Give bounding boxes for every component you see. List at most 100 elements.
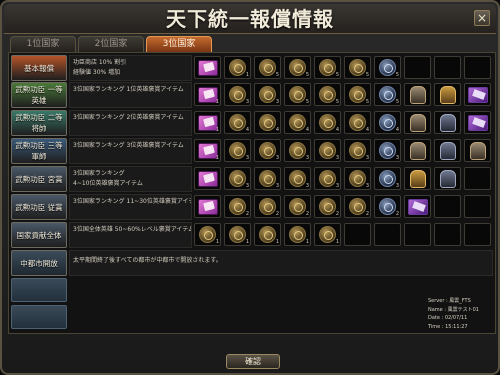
reward-slot[interactable]: 2 bbox=[254, 195, 281, 218]
reward-slot[interactable]: 1 bbox=[224, 223, 251, 246]
reward-slot[interactable]: 5 bbox=[374, 56, 401, 79]
reward-slot[interactable] bbox=[464, 111, 491, 134]
reward-slot[interactable]: 5 bbox=[284, 56, 311, 79]
reward-slot[interactable]: 4 bbox=[254, 111, 281, 134]
reward-slot[interactable] bbox=[404, 83, 431, 106]
reward-slot[interactable]: 3 bbox=[284, 139, 311, 162]
row-description-line: 3位国全体英雄 50~60%レベル褒賞アイテム bbox=[73, 226, 192, 233]
coin-icon bbox=[259, 86, 276, 103]
tab-rank-2[interactable]: 2位国家 bbox=[78, 36, 144, 52]
blue-coin-icon bbox=[379, 114, 396, 131]
coin-icon bbox=[229, 226, 246, 243]
reward-slot[interactable]: 5 bbox=[254, 56, 281, 79]
reward-slot[interactable]: 3 bbox=[254, 167, 281, 190]
row-button-0[interactable]: 基本報償 bbox=[11, 55, 67, 81]
reward-slot[interactable]: 5 bbox=[314, 56, 341, 79]
row-description-line: 4~10位英雄褒賞アイテム bbox=[73, 180, 143, 187]
reward-slot[interactable]: 5 bbox=[284, 83, 311, 106]
window-title: 天下統一報償情報 bbox=[166, 7, 334, 31]
row-button-5[interactable]: 武勲功臣 従賞 bbox=[11, 194, 67, 220]
reward-slot[interactable] bbox=[404, 195, 431, 218]
item-count: 3 bbox=[395, 183, 399, 189]
item-count: 1 bbox=[245, 72, 249, 78]
row-description-line: 経験値 30% 増加 bbox=[73, 69, 121, 76]
reward-slot[interactable]: 1 bbox=[194, 223, 221, 246]
book-icon bbox=[198, 60, 218, 76]
row-button-2[interactable]: 武勲功臣 二等将帥 bbox=[11, 110, 67, 136]
row-description-6: 3位国全体英雄 50~60%レベル褒賞アイテム bbox=[69, 222, 192, 248]
reward-slot[interactable] bbox=[464, 83, 491, 106]
row-description-3: 3位国家ランキング 3位英雄褒賞アイテム bbox=[69, 138, 192, 164]
item-count: 5 bbox=[305, 72, 309, 78]
reward-slot[interactable]: 1 bbox=[224, 56, 251, 79]
reward-slot[interactable]: 4 bbox=[374, 111, 401, 134]
reward-slot[interactable] bbox=[434, 167, 461, 190]
reward-slot[interactable] bbox=[434, 111, 461, 134]
confirm-button[interactable]: 確認 bbox=[226, 354, 280, 369]
reward-slot[interactable]: 2 bbox=[284, 195, 311, 218]
item-count: 1 bbox=[245, 239, 249, 245]
reward-slot[interactable]: 3 bbox=[224, 139, 251, 162]
book-icon bbox=[198, 199, 218, 215]
reward-slot[interactable] bbox=[194, 167, 221, 190]
title-bar: 天下統一報償情報 × bbox=[4, 4, 496, 34]
reward-slot[interactable]: 1 bbox=[314, 223, 341, 246]
row-button-6[interactable]: 国家貢献全体 bbox=[11, 222, 67, 248]
city-open-button[interactable]: 中都市開放 bbox=[11, 250, 67, 276]
reward-slot[interactable]: 5 bbox=[374, 83, 401, 106]
reward-slot[interactable]: 1 bbox=[194, 139, 221, 162]
reward-slot[interactable]: 3 bbox=[224, 83, 251, 106]
reward-slot[interactable] bbox=[194, 195, 221, 218]
reward-slot[interactable] bbox=[404, 167, 431, 190]
reward-slot[interactable]: 5 bbox=[344, 56, 371, 79]
row-button-4[interactable]: 武勲功臣 宮賞 bbox=[11, 166, 67, 192]
coin-icon bbox=[349, 170, 366, 187]
item-count: 3 bbox=[245, 183, 249, 189]
item-count: 2 bbox=[335, 211, 339, 217]
reward-slot[interactable] bbox=[194, 56, 221, 79]
item-count: 5 bbox=[335, 72, 339, 78]
reward-slot[interactable]: 3 bbox=[254, 139, 281, 162]
reward-slot[interactable]: 4 bbox=[284, 111, 311, 134]
close-button[interactable]: × bbox=[474, 10, 490, 26]
row-button-1[interactable]: 武勲功臣 一等英雄 bbox=[11, 82, 67, 108]
reward-slot[interactable]: 5 bbox=[314, 83, 341, 106]
date-text: Date : 02/07/11 bbox=[428, 315, 468, 321]
reward-slot[interactable]: 1 bbox=[194, 83, 221, 106]
reward-slot[interactable]: 3 bbox=[344, 139, 371, 162]
reward-slot[interactable] bbox=[434, 83, 461, 106]
reward-slot[interactable]: 3 bbox=[344, 167, 371, 190]
reward-slot[interactable]: 2 bbox=[344, 195, 371, 218]
tab-rank-1[interactable]: 1位国家 bbox=[10, 36, 76, 52]
reward-slot[interactable] bbox=[434, 139, 461, 162]
reward-slot[interactable]: 2 bbox=[224, 195, 251, 218]
reward-slot[interactable] bbox=[464, 139, 491, 162]
reward-slot[interactable]: 3 bbox=[284, 167, 311, 190]
row-description-line: 3位国家ランキング 2位英雄褒賞アイテム bbox=[73, 114, 184, 121]
reward-slot[interactable]: 2 bbox=[314, 195, 341, 218]
item-count: 4 bbox=[395, 127, 399, 133]
reward-slot[interactable] bbox=[404, 139, 431, 162]
reward-slot[interactable] bbox=[404, 111, 431, 134]
reward-slot[interactable]: 3 bbox=[314, 139, 341, 162]
reward-info-window: 天下統一報償情報 × 1位国家 2位国家 3位国家 基本報償 功臣商店 10% 割… bbox=[0, 0, 500, 375]
reward-slot[interactable]: 1 bbox=[194, 111, 221, 134]
reward-slot[interactable]: 1 bbox=[254, 223, 281, 246]
reward-slot[interactable]: 4 bbox=[344, 111, 371, 134]
tab-rank-3[interactable]: 3位国家 bbox=[146, 36, 212, 52]
reward-slot[interactable]: 3 bbox=[374, 167, 401, 190]
reward-slot[interactable]: 3 bbox=[254, 83, 281, 106]
item-count: 1 bbox=[215, 239, 219, 245]
reward-slot[interactable]: 2 bbox=[374, 195, 401, 218]
reward-slot[interactable]: 4 bbox=[314, 111, 341, 134]
empty-slot bbox=[464, 223, 491, 246]
reward-slot[interactable]: 4 bbox=[224, 111, 251, 134]
row-button-3[interactable]: 武勲功臣 三等軍師 bbox=[11, 138, 67, 164]
reward-slot[interactable]: 3 bbox=[314, 167, 341, 190]
reward-slot[interactable]: 1 bbox=[284, 223, 311, 246]
reward-slot[interactable]: 3 bbox=[224, 167, 251, 190]
time-text: Time : 15:11:27 bbox=[428, 323, 468, 330]
reward-slot[interactable]: 3 bbox=[374, 139, 401, 162]
item-count: 3 bbox=[335, 183, 339, 189]
reward-slot[interactable]: 5 bbox=[344, 83, 371, 106]
